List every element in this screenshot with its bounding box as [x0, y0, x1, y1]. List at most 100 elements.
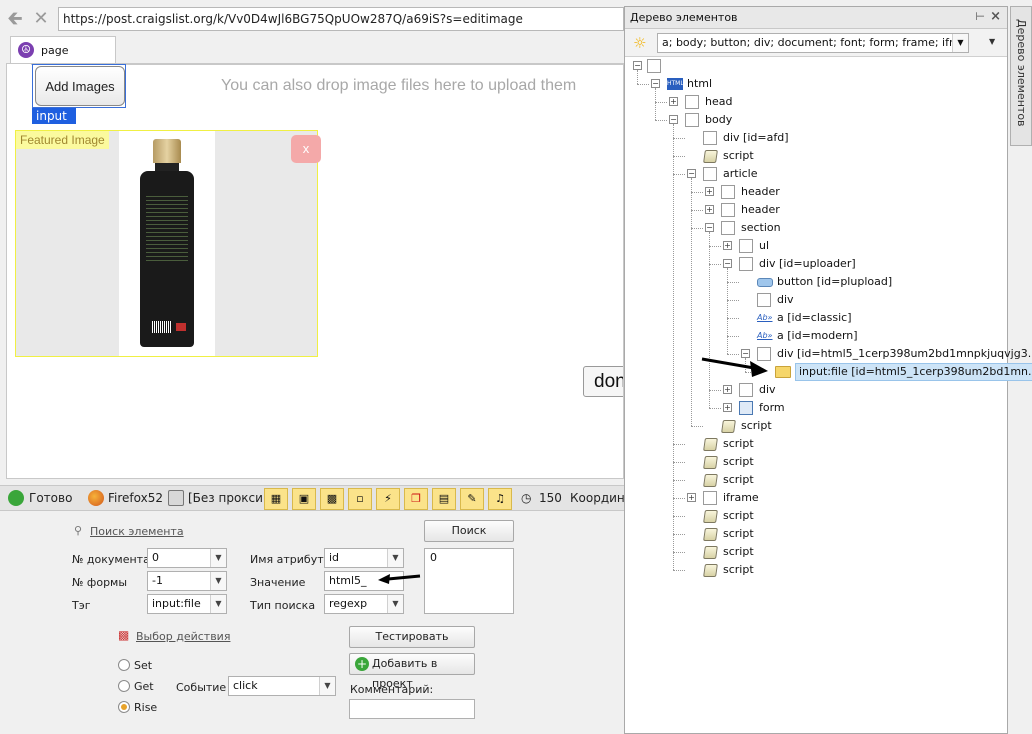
results-list[interactable]: 0	[424, 548, 514, 614]
lightning-tool-icon[interactable]: ⚡	[376, 488, 400, 510]
stop-icon[interactable]: ✕	[32, 10, 50, 28]
tree-node-label: a [id=classic]	[777, 311, 852, 324]
expand-icon[interactable]: +	[705, 205, 714, 214]
tree-guide-line	[637, 84, 649, 85]
collapse-icon[interactable]: −	[705, 223, 714, 232]
url-input[interactable]: https://post.craigslist.org/k/Vv0D4wJl6B…	[58, 7, 624, 31]
search-type-select[interactable]: regexp ▼	[324, 594, 404, 614]
add-images-button[interactable]: Add Images	[35, 66, 125, 106]
expand-icon[interactable]: +	[705, 187, 714, 196]
expand-icon[interactable]: +	[669, 97, 678, 106]
tree-node-label: script	[723, 473, 754, 486]
radio-get[interactable]	[118, 680, 130, 692]
peace-icon: ☮	[18, 42, 34, 58]
tree-node-label: script	[723, 437, 754, 450]
window-tool-icon[interactable]: ▣	[292, 488, 316, 510]
music-tool-icon[interactable]: ♫	[488, 488, 512, 510]
collapse-icon[interactable]: −	[687, 169, 696, 178]
chevron-down-icon: ▼	[210, 549, 226, 567]
value-label: Значение	[250, 576, 306, 589]
web-view: Add Images input You can also drop image…	[6, 63, 624, 479]
close-icon[interactable]: ×	[990, 9, 1001, 24]
expand-icon[interactable]: +	[687, 493, 696, 502]
event-select[interactable]: click ▼	[228, 676, 336, 696]
back-arrow-icon[interactable]: 🡰	[6, 10, 24, 28]
search-button[interactable]: Поиск	[424, 520, 514, 542]
tag-filter-value: a; body; button; div; document; font; fo…	[662, 36, 969, 49]
search-type-label: Тип поиска	[250, 599, 316, 612]
brush-tool-icon[interactable]: ✎	[460, 488, 484, 510]
barcode-shape	[152, 321, 172, 333]
chevron-down-icon: ▼	[387, 595, 403, 613]
result-item[interactable]: 0	[430, 551, 508, 564]
comment-input[interactable]	[349, 699, 475, 719]
ready-status-icon	[8, 490, 24, 506]
tree-node-label: button [id=plupload]	[777, 275, 893, 288]
clock-icon: ◷	[521, 491, 532, 505]
bottle-body-shape	[140, 171, 194, 347]
form-node-icon	[739, 401, 753, 415]
document-node-icon	[647, 59, 661, 73]
box-node-icon	[721, 221, 735, 235]
collapse-icon[interactable]: −	[651, 79, 660, 88]
tree-guide-line	[673, 498, 685, 499]
done-button[interactable]: don	[583, 366, 623, 397]
delete-image-button[interactable]: x	[291, 135, 321, 163]
chevron-down-icon[interactable]: ▼	[989, 37, 995, 46]
refresh-icon[interactable]: ☼	[633, 35, 649, 51]
script-node-icon	[703, 509, 717, 523]
chevron-down-icon: ▼	[319, 677, 335, 695]
tree-guide-line	[673, 462, 685, 463]
expand-icon[interactable]: +	[723, 241, 732, 250]
button-node-icon	[757, 278, 773, 287]
search-element-link[interactable]: Поиск элемента	[90, 525, 184, 538]
script-node-icon	[703, 563, 717, 577]
tree-guide-line	[673, 570, 685, 571]
tree-guide-line	[673, 480, 685, 481]
collapse-icon[interactable]: −	[723, 259, 732, 268]
radio-rise[interactable]	[118, 701, 130, 713]
script-node-icon	[703, 455, 717, 469]
browser-version[interactable]: Firefox52	[108, 491, 163, 505]
select-tool-icon[interactable]: ▩	[320, 488, 344, 510]
document-number-select[interactable]: 0 ▼	[147, 548, 227, 568]
add-to-project-button[interactable]: + Добавить в проект	[349, 653, 475, 690]
tree-node-label: a [id=modern]	[777, 329, 858, 342]
timer-value: 150	[539, 491, 562, 505]
page-tabs: ☮ page	[6, 36, 624, 64]
form-number-select[interactable]: -1 ▼	[147, 571, 227, 591]
css-tool-icon[interactable]: ▫	[348, 488, 372, 510]
image-tool-icon[interactable]: ▦	[264, 488, 288, 510]
proxy-status[interactable]: [Без прокси]	[188, 491, 268, 505]
tree-guide-line	[709, 408, 721, 409]
tree-guide-line	[673, 138, 685, 139]
tree-node-label: script	[723, 563, 754, 576]
collapse-icon[interactable]: −	[633, 61, 642, 70]
address-bar: 🡰 ✕ https://post.craigslist.org/k/Vv0D4w…	[0, 0, 624, 36]
side-tab-label: Дерево элементов	[1015, 19, 1028, 127]
product-photo	[119, 131, 215, 356]
box-node-icon	[703, 491, 717, 505]
attribute-name-select[interactable]: id ▼	[324, 548, 404, 568]
expand-icon[interactable]: +	[723, 403, 732, 412]
flash-tool-icon[interactable]: ❐	[404, 488, 428, 510]
side-tab-element-tree[interactable]: Дерево элементов	[1010, 6, 1032, 146]
tree-node-label: script	[741, 419, 772, 432]
tab-page[interactable]: ☮ page	[10, 36, 116, 64]
collapse-icon[interactable]: −	[669, 115, 678, 124]
tree-guide-line	[709, 264, 721, 265]
tag-select[interactable]: input:file ▼	[147, 594, 227, 614]
expand-icon[interactable]: +	[723, 385, 732, 394]
screen-tool-icon[interactable]: ▤	[432, 488, 456, 510]
tree-node-label: html	[687, 77, 713, 90]
test-button[interactable]: Тестировать	[349, 626, 475, 648]
pin-icon[interactable]: ⊢	[975, 10, 985, 23]
tag-filter-select[interactable]: a; body; button; div; document; font; fo…	[657, 33, 969, 53]
highlight-tag-label: input	[32, 108, 76, 124]
tag-label: Тэг	[72, 599, 91, 612]
radio-set[interactable]	[118, 659, 130, 671]
tree-guide-line	[673, 124, 674, 570]
choose-action-link[interactable]: Выбор действия	[136, 630, 230, 643]
drop-hint-text: You can also drop image files here to up…	[221, 77, 577, 94]
document-number-value: 0	[152, 551, 159, 564]
